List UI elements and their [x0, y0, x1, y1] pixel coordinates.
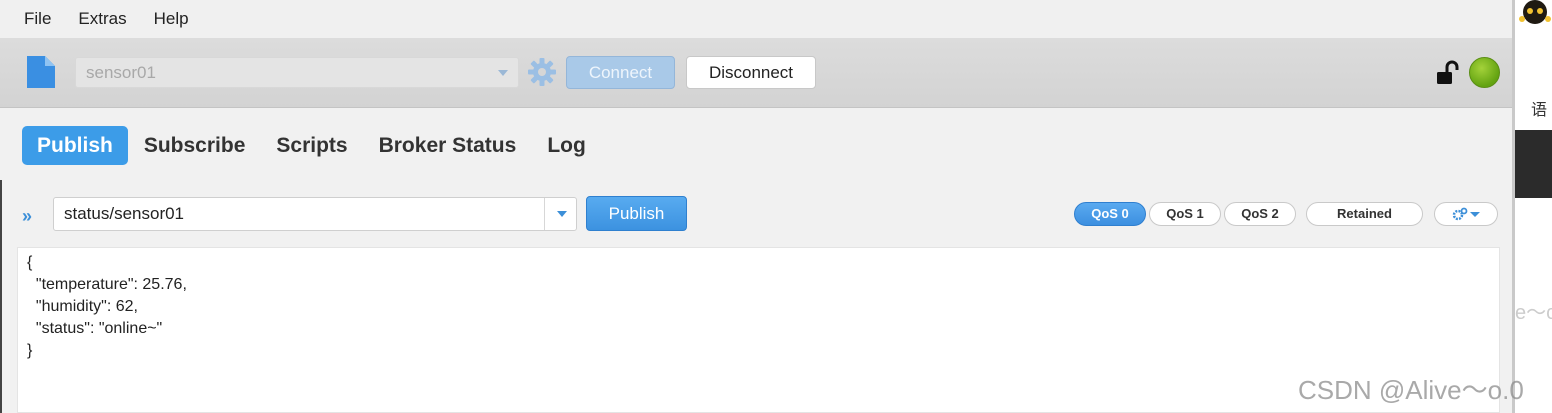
publish-button[interactable]: Publish — [586, 196, 687, 231]
menu-bar: File Extras Help — [0, 0, 1512, 38]
tab-publish[interactable]: Publish — [22, 126, 128, 165]
qos0-toggle[interactable]: QoS 0 — [1074, 202, 1146, 226]
menu-file[interactable]: File — [24, 0, 51, 38]
dark-panel: e～c — [1515, 130, 1552, 324]
cjk-text: 语 — [1531, 102, 1548, 119]
menu-extras[interactable]: Extras — [78, 0, 126, 38]
tab-log[interactable]: Log — [532, 126, 600, 165]
connection-profile-value: sensor01 — [86, 63, 156, 82]
publish-options-dropdown[interactable] — [1434, 202, 1498, 226]
connection-status-indicator — [1469, 57, 1500, 88]
expand-double-chevron-icon[interactable]: » — [22, 206, 32, 227]
gear-icon[interactable] — [527, 57, 557, 87]
connection-toolbar: sensor01 Connect Disconnect — [0, 38, 1512, 108]
divider — [544, 198, 545, 230]
tab-subscribe[interactable]: Subscribe — [129, 126, 261, 165]
chevron-down-icon[interactable] — [557, 211, 567, 217]
watermark: CSDN @Alive～o.0 — [1298, 375, 1524, 405]
connect-button[interactable]: Connect — [566, 56, 675, 89]
gears-icon — [1452, 207, 1480, 220]
background-window: 语 e～c — [1515, 0, 1552, 413]
file-icon[interactable] — [26, 55, 56, 89]
chevron-down-icon — [498, 70, 508, 76]
qos1-toggle[interactable]: QoS 1 — [1149, 202, 1221, 226]
menu-help[interactable]: Help — [154, 0, 189, 38]
divider — [0, 180, 2, 413]
topic-value: status/sensor01 — [64, 204, 185, 223]
tab-broker-status[interactable]: Broker Status — [364, 126, 532, 165]
retained-toggle[interactable]: Retained — [1306, 202, 1423, 226]
tab-scripts[interactable]: Scripts — [261, 126, 362, 165]
payload-editor[interactable]: { "temperature": 25.76, "humidity": 62, … — [17, 247, 1500, 413]
partial-text: e～c — [1515, 302, 1552, 324]
topic-input[interactable]: status/sensor01 — [53, 197, 577, 231]
qos2-toggle[interactable]: QoS 2 — [1224, 202, 1296, 226]
connection-profile-select[interactable]: sensor01 — [75, 57, 519, 88]
payload-text: { "temperature": 25.76, "humidity": 62, … — [27, 254, 187, 359]
main-tabs: Publish Subscribe Scripts Broker Status … — [22, 126, 602, 165]
avatar — [1519, 0, 1551, 24]
disconnect-button[interactable]: Disconnect — [686, 56, 816, 89]
unlock-icon — [1437, 60, 1459, 84]
